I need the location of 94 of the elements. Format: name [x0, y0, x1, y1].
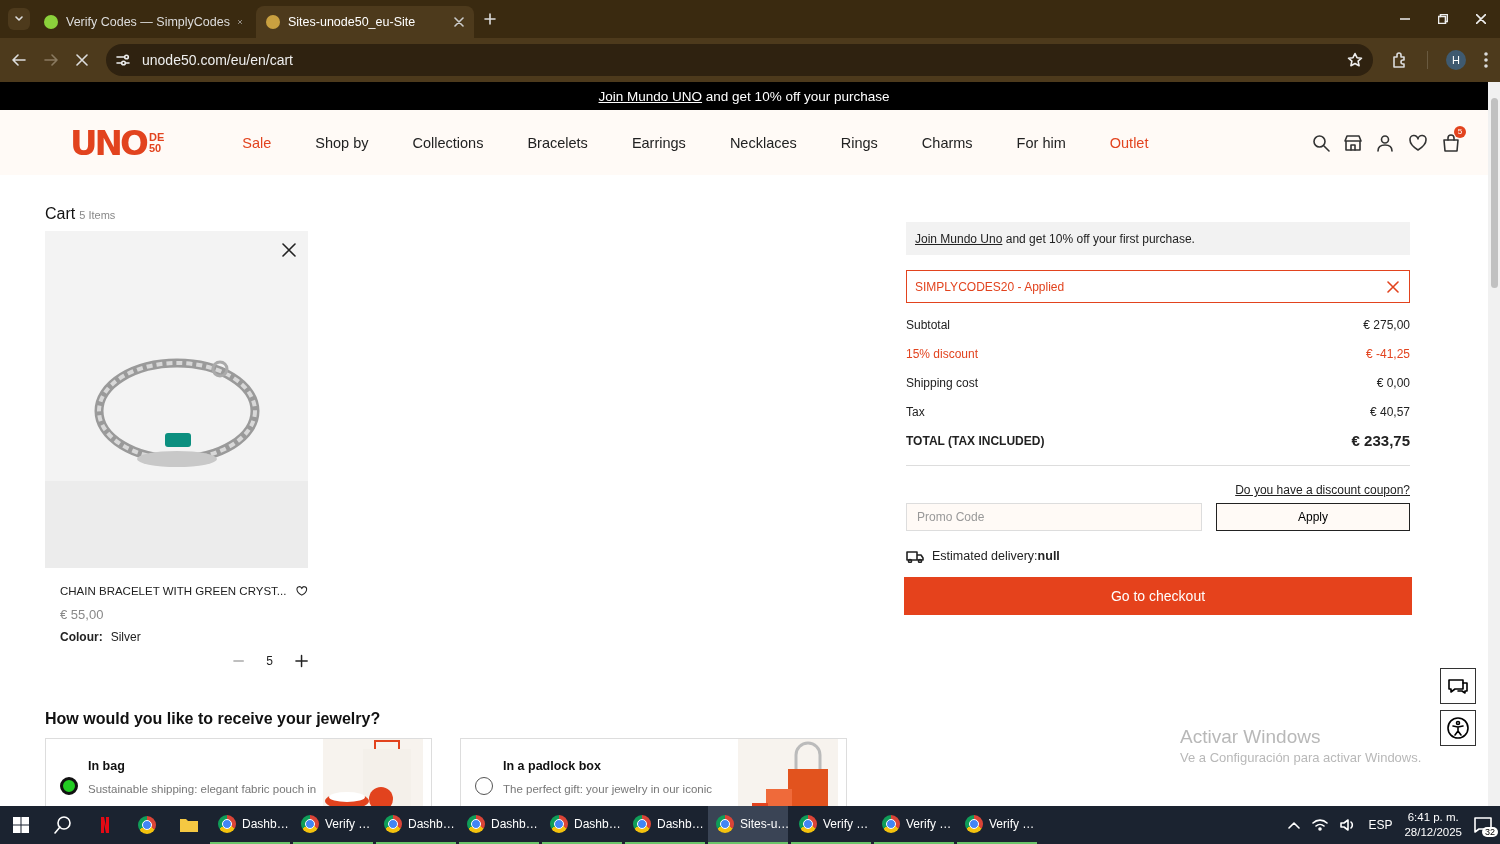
join-text: Join Mundo Uno and get 10% off your first purchase. [915, 231, 1195, 246]
section-heading: How would you like to receive your jewelry? [45, 710, 382, 728]
address-bar[interactable]: unode50.com/eu/en/cart [106, 44, 1373, 76]
accessibility-button[interactable] [1440, 710, 1476, 746]
promo-text: Join Mundo UNO and get 10% off your purchase [598, 88, 890, 104]
summary-value: € 233,75 [1351, 432, 1410, 449]
colour-label: Colour: [60, 630, 103, 644]
chat-button[interactable] [1440, 668, 1476, 704]
cart-title: Cart [45, 205, 76, 223]
summary-label: Tax [906, 404, 925, 419]
profile-avatar[interactable]: H [1446, 50, 1466, 70]
item-count: 5 Items [79, 209, 116, 221]
product-price: € 55,00 [60, 607, 105, 622]
checkout-button[interactable]: Go to checkout [904, 577, 1412, 615]
new-tab-icon[interactable] [484, 13, 496, 25]
nav-link[interactable]: Sale [242, 134, 272, 151]
nav-link[interactable]: For him [1016, 134, 1066, 151]
nav-link[interactable]: Outlet [1109, 134, 1149, 151]
scrollbar-thumb[interactable] [1490, 98, 1498, 288]
notification-count: 32 [1482, 827, 1498, 837]
summary-value: € -41,25 [1365, 346, 1410, 361]
taskbar-app[interactable]: Verify … [874, 806, 954, 844]
language-indicator[interactable]: ESP [1368, 818, 1393, 832]
estimated-delivery: Estimated delivery:null [932, 549, 1060, 563]
taskbar-app[interactable]: Dashb… [210, 806, 290, 844]
activation-title: Activar Windows [1180, 726, 1322, 748]
nav-link[interactable]: Necklaces [729, 134, 797, 151]
join-link[interactable]: Join Mundo UNO [598, 88, 703, 104]
site-info-icon[interactable] [116, 53, 130, 67]
taskbar-app[interactable]: Dashb… [625, 806, 705, 844]
taskbar-app[interactable]: Verify … [957, 806, 1037, 844]
forward-icon[interactable] [44, 53, 58, 67]
cart-count-badge: 5 [1454, 125, 1466, 138]
summary-value: € 275,00 [1363, 317, 1410, 332]
store-icon[interactable] [1344, 133, 1362, 152]
menu-icon[interactable] [1484, 52, 1488, 68]
browser-tab[interactable]: Sites-unode50_eu-Site [256, 6, 474, 38]
summary-label: Subtotal [906, 317, 951, 332]
option-title: In a padlock box [503, 759, 602, 773]
chat-icon [1446, 676, 1470, 696]
apply-button[interactable]: Apply [1216, 503, 1410, 531]
stop-icon[interactable] [76, 54, 88, 66]
search-icon[interactable] [53, 815, 73, 835]
nav-link[interactable]: Collections [412, 134, 484, 151]
summary-label: Shipping cost [906, 375, 979, 390]
taskbar-app[interactable]: Sites-u… [708, 806, 788, 844]
radio-button[interactable] [60, 777, 78, 795]
star-icon[interactable] [1347, 52, 1363, 68]
nav-link[interactable]: Bracelets [527, 134, 588, 151]
activation-message: Ve a Configuración para activar Windows. [1180, 750, 1422, 765]
taskbar-app[interactable]: Dashb… [542, 806, 622, 844]
taskbar-app[interactable]: Dashb… [459, 806, 539, 844]
chevron-down-icon [14, 14, 24, 24]
clock[interactable]: 6:41 p. m. 28/12/2025 [1404, 810, 1462, 840]
chrome-icon[interactable] [138, 816, 156, 834]
colour-value: Silver [110, 630, 141, 644]
tab-list-button[interactable] [8, 8, 30, 30]
user-icon[interactable] [1376, 133, 1394, 152]
taskbar-app[interactable]: Verify … [293, 806, 373, 844]
windows-start-icon[interactable] [13, 817, 29, 833]
nav-link[interactable]: Rings [840, 134, 878, 151]
shopping-bag-icon[interactable] [1442, 133, 1460, 152]
plus-icon[interactable] [294, 654, 308, 668]
nav-link[interactable]: Charms [921, 134, 973, 151]
summary-value: € 40,57 [1369, 404, 1410, 419]
browser-tab[interactable]: Verify Codes — SimplyCodes [34, 6, 252, 38]
wifi-icon[interactable] [1312, 818, 1329, 832]
summary-label: TOTAL (TAX INCLUDED) [906, 433, 1045, 448]
folder-icon[interactable] [179, 817, 199, 833]
nav-link[interactable]: Earrings [631, 134, 686, 151]
close-icon[interactable] [282, 243, 296, 257]
nav-link[interactable]: Shop by [315, 134, 369, 151]
delivery-truck-icon [906, 549, 924, 563]
back-icon[interactable] [12, 53, 26, 67]
discount-coupon-link[interactable]: Do you have a discount coupon? [1235, 483, 1410, 497]
netflix-icon[interactable] [100, 817, 110, 833]
restore-icon[interactable] [1438, 14, 1448, 24]
chevron-up-icon[interactable] [1288, 821, 1301, 829]
quantity-value: 5 [266, 654, 273, 668]
option-title: In bag [88, 759, 126, 773]
applied-coupon: SIMPLYCODES20 - Applied [906, 270, 1410, 303]
search-icon[interactable] [1312, 133, 1330, 152]
option-description: The perfect gift: your jewelry in our iconic [503, 782, 713, 797]
heart-icon[interactable] [296, 583, 308, 599]
product-name[interactable]: CHAIN BRACELET WITH GREEN CRYST... [60, 585, 287, 597]
taskbar-app[interactable]: Verify … [791, 806, 871, 844]
taskbar-app[interactable]: Dashb… [376, 806, 456, 844]
summary-label: 15% discount [906, 346, 979, 361]
accessibility-icon [1446, 716, 1470, 740]
heart-icon[interactable] [1408, 133, 1428, 152]
summary-value: € 0,00 [1376, 375, 1410, 390]
join-link[interactable]: Join Mundo Uno [915, 231, 1003, 246]
promo-code-field[interactable]: Promo Code [906, 503, 1202, 531]
option-description: Sustainable shipping: elegant fabric pouch in [88, 782, 318, 797]
